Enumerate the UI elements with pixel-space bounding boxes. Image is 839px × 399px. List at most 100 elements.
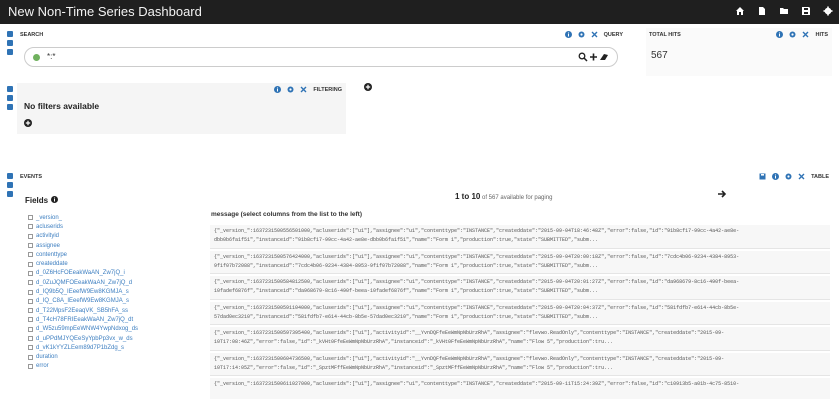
settings-icon[interactable] bbox=[823, 6, 833, 16]
field-checkbox[interactable] bbox=[28, 308, 33, 314]
panel-settings-icon[interactable] bbox=[287, 86, 294, 93]
field-label[interactable]: d_IQ9b5Q_IEeefW9Ew8KGMJA_s bbox=[36, 289, 129, 295]
field-label[interactable]: d_IQ_C8A_IEeefW9Ew8KGMJA_s bbox=[36, 298, 129, 304]
open-folder-icon[interactable] bbox=[779, 6, 789, 16]
field-item[interactable]: d_vK1kYYZLEem89d7P1bZdg_s bbox=[28, 343, 208, 352]
clear-query-icon[interactable] bbox=[599, 52, 609, 64]
close-panel-icon[interactable] bbox=[798, 173, 805, 180]
table-row[interactable]: {"_version_":1637231500597395400,"acluse… bbox=[210, 327, 830, 351]
field-label[interactable]: duration bbox=[36, 354, 58, 360]
field-checkbox[interactable] bbox=[28, 233, 33, 239]
field-checkbox[interactable] bbox=[28, 224, 33, 230]
info-icon[interactable] bbox=[776, 31, 784, 38]
field-label[interactable]: acluserids bbox=[36, 224, 63, 230]
fields-info-icon[interactable] bbox=[51, 196, 59, 205]
save-icon[interactable] bbox=[759, 173, 766, 180]
field-checkbox[interactable] bbox=[28, 336, 33, 341]
panel-settings-icon[interactable] bbox=[789, 31, 796, 38]
query-input-box[interactable]: *:* bbox=[24, 47, 618, 67]
add-panel-icon[interactable] bbox=[364, 83, 372, 91]
field-checkbox[interactable] bbox=[28, 261, 33, 267]
add-panel-icon[interactable] bbox=[7, 191, 13, 197]
field-label[interactable]: assignee bbox=[36, 243, 60, 249]
query-input[interactable]: *:* bbox=[47, 52, 55, 61]
field-label[interactable]: d_W5zu59mpEeWNW4YwpNdxog_ds bbox=[36, 326, 138, 332]
collapse-row-icon[interactable] bbox=[7, 173, 13, 179]
field-checkbox[interactable] bbox=[28, 243, 33, 249]
table-row[interactable]: {"_version_":1637231500584812500,"acluse… bbox=[210, 276, 830, 300]
field-item[interactable]: d_T4cH78FRIEeakWaAN_Zw7jQ_dt bbox=[28, 315, 208, 324]
field-item[interactable]: assignee bbox=[28, 241, 208, 250]
field-label[interactable]: _version_ bbox=[36, 215, 62, 221]
field-label[interactable]: contenttype bbox=[36, 252, 67, 258]
query-color-dot[interactable] bbox=[33, 54, 40, 61]
info-icon[interactable] bbox=[274, 86, 282, 93]
field-item[interactable]: contenttype bbox=[28, 250, 208, 259]
field-label[interactable]: d_uPPdMJYQEeSyYpbPp3vx_w_ds bbox=[36, 336, 133, 342]
field-item[interactable]: d_IQ9b5Q_IEeefW9Ew8KGMJA_s bbox=[28, 287, 208, 296]
field-item[interactable]: d_uPPdMJYQEeSyYpbPp3vx_w_ds bbox=[28, 334, 208, 343]
table-row[interactable]: {"_version_":1637231500604736500,"acluse… bbox=[210, 352, 830, 376]
field-checkbox[interactable] bbox=[28, 345, 33, 351]
panel-settings-icon[interactable] bbox=[578, 31, 585, 38]
new-document-icon[interactable] bbox=[757, 6, 767, 16]
next-page-arrow-icon[interactable] bbox=[717, 189, 727, 199]
table-row[interactable]: {"_version_":1637231500556501000,"acluse… bbox=[210, 225, 830, 249]
save-icon[interactable] bbox=[801, 6, 811, 16]
table-row[interactable]: {"_version_":1637231500591104000,"acluse… bbox=[210, 301, 830, 325]
field-item[interactable]: createddate bbox=[28, 259, 208, 268]
field-checkbox[interactable] bbox=[28, 298, 33, 304]
field-label[interactable]: d_vK1kYYZLEem89d7P1bZdg_s bbox=[36, 345, 124, 351]
paging-info: 1 to 10 of 567 available for paging bbox=[455, 192, 552, 201]
collapse-row-icon[interactable] bbox=[7, 86, 13, 92]
row-message-text: {"_version_":1637231500604736500,"acluse… bbox=[214, 355, 725, 362]
row-settings-icon[interactable] bbox=[7, 95, 13, 101]
field-label[interactable]: d_T22MpsF2EeaqVK_SB5hFA_ss bbox=[36, 308, 128, 314]
field-item[interactable]: error bbox=[28, 362, 208, 371]
close-panel-icon[interactable] bbox=[591, 31, 598, 38]
field-label[interactable]: error bbox=[36, 363, 49, 369]
field-item[interactable]: d_W5zu59mpEeWNW4YwpNdxog_ds bbox=[28, 325, 208, 334]
home-icon[interactable] bbox=[735, 6, 745, 16]
info-icon[interactable] bbox=[772, 173, 780, 180]
field-item[interactable]: acluserids bbox=[28, 222, 208, 231]
field-item[interactable]: d_0ZuJQMFOEeakWaAN_Zw7jQ_d bbox=[28, 278, 208, 287]
field-item[interactable]: d_T22MpsF2EeaqVK_SB5hFA_ss bbox=[28, 306, 208, 315]
row-settings-icon[interactable] bbox=[7, 40, 13, 46]
field-checkbox[interactable] bbox=[28, 317, 33, 323]
field-label[interactable]: createddate bbox=[36, 261, 68, 267]
field-label[interactable]: d_T4cH78FRIEeakWaAN_Zw7jQ_dt bbox=[36, 317, 133, 323]
field-item[interactable]: d_IQ_C8A_IEeefW9Ew8KGMJA_s bbox=[28, 297, 208, 306]
field-checkbox[interactable] bbox=[28, 354, 33, 360]
field-checkbox[interactable] bbox=[28, 252, 33, 258]
field-checkbox[interactable] bbox=[28, 215, 33, 221]
info-icon[interactable] bbox=[564, 31, 572, 38]
field-checkbox[interactable] bbox=[28, 363, 33, 369]
field-label[interactable]: activityid bbox=[36, 233, 59, 239]
table-row[interactable]: {"_version_":1637231500611027000,"acluse… bbox=[210, 378, 830, 399]
message-column-header[interactable]: message (select columns from the list to… bbox=[211, 211, 362, 218]
add-filter-icon[interactable] bbox=[24, 119, 32, 127]
add-panel-icon[interactable] bbox=[7, 49, 13, 55]
field-item[interactable]: _version_ bbox=[28, 213, 208, 222]
field-item[interactable]: activityid bbox=[28, 232, 208, 241]
panel-settings-icon[interactable] bbox=[785, 173, 792, 180]
field-label[interactable]: d_0ZuJQMFOEeakWaAN_Zw7jQ_d bbox=[36, 280, 132, 286]
field-label[interactable]: d_0Z6HcFOEeakWaAN_Zw7jQ_i bbox=[36, 270, 125, 276]
field-checkbox[interactable] bbox=[28, 280, 33, 286]
field-checkbox[interactable] bbox=[28, 326, 33, 332]
field-checkbox[interactable] bbox=[28, 270, 33, 276]
close-panel-icon[interactable] bbox=[802, 31, 809, 38]
table-row[interactable]: {"_version_":1637231500576424000,"acluse… bbox=[210, 250, 830, 274]
search-icon[interactable] bbox=[578, 52, 588, 64]
row-message-text: 10fadef6876f","instanceid":"da968679-8c1… bbox=[214, 288, 599, 294]
collapse-row-icon[interactable] bbox=[7, 31, 13, 37]
row-settings-icon[interactable] bbox=[7, 182, 13, 188]
field-checkbox[interactable] bbox=[28, 289, 33, 295]
add-query-icon[interactable] bbox=[589, 52, 598, 64]
row-message-text: {"_version_":1637231500611027000,"acluse… bbox=[214, 381, 740, 387]
field-item[interactable]: d_0Z6HcFOEeakWaAN_Zw7jQ_i bbox=[28, 269, 208, 278]
field-item[interactable]: duration bbox=[28, 352, 208, 361]
add-panel-icon[interactable] bbox=[7, 104, 13, 110]
close-panel-icon[interactable] bbox=[300, 86, 307, 93]
